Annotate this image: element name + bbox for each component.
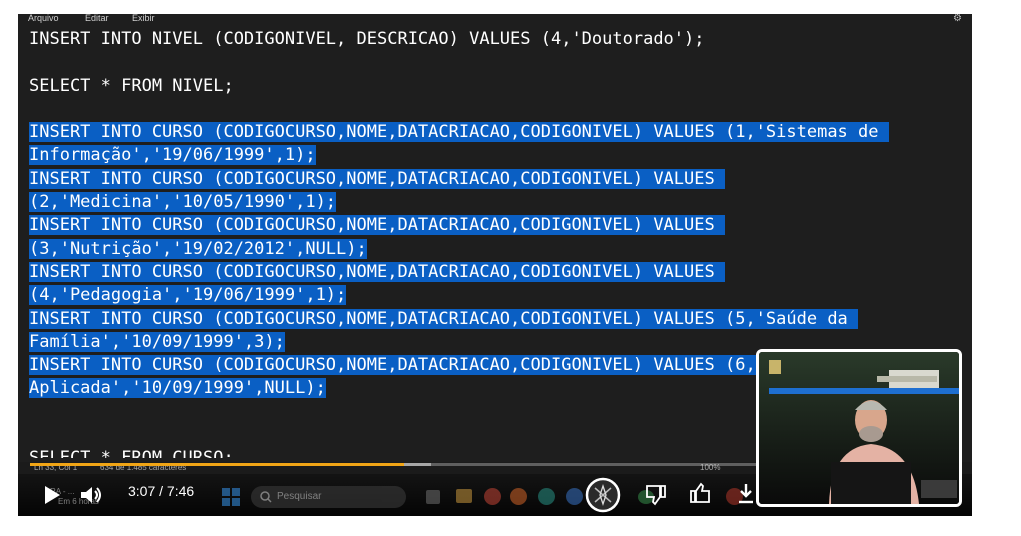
volume-icon[interactable] xyxy=(80,485,104,505)
code-line[interactable]: INSERT INTO CURSO (CODIGOCURSO,NOME,DATA… xyxy=(29,261,959,284)
ai-assist-icon[interactable] xyxy=(585,477,621,513)
search-icon xyxy=(260,491,272,503)
selected-code-text: (3,'Nutrição','19/02/2012',NULL); xyxy=(29,238,367,259)
taskbar-search-placeholder: Pesquisar xyxy=(277,491,322,502)
code-line[interactable] xyxy=(29,98,959,121)
settings-gear-icon: ⚙ xyxy=(953,14,962,24)
selected-code-text: INSERT INTO CURSO (CODIGOCURSO,NOME,DATA… xyxy=(29,122,889,143)
download-icon[interactable] xyxy=(736,482,756,506)
selected-code-text: INSERT INTO CURSO (CODIGOCURSO,NOME,DATA… xyxy=(29,308,859,329)
code-line[interactable] xyxy=(29,51,959,74)
like-icon[interactable] xyxy=(688,481,712,505)
code-line[interactable]: (4,'Pedagogia','19/06/1999',1); xyxy=(29,284,959,307)
code-line[interactable]: INSERT INTO CURSO (CODIGOCURSO,NOME,DATA… xyxy=(29,168,959,191)
selected-code-text: (4,'Pedagogia','19/06/1999',1); xyxy=(29,285,347,306)
selected-code-text: INSERT INTO CURSO (CODIGOCURSO,NOME,DATA… xyxy=(29,215,725,236)
code-line[interactable]: INSERT INTO CURSO (CODIGOCURSO,NOME,DATA… xyxy=(29,308,959,331)
code-line[interactable]: INSERT INTO CURSO (CODIGOCURSO,NOME,DATA… xyxy=(29,214,959,237)
selected-code-text: INSERT INTO CURSO (CODIGOCURSO,NOME,DATA… xyxy=(29,261,725,282)
taskbar-search: Pesquisar xyxy=(251,486,406,508)
menu-exibir: Exibir xyxy=(132,14,155,23)
notepad-menubar: Arquivo Editar Exibir ⚙ xyxy=(18,14,972,26)
progress-played xyxy=(30,463,404,466)
code-line[interactable]: Informação','19/06/1999',1); xyxy=(29,144,959,167)
presenter-video-image xyxy=(759,352,959,504)
code-line[interactable]: INSERT INTO CURSO (CODIGOCURSO,NOME,DATA… xyxy=(29,121,959,144)
taskbar-app-icon xyxy=(566,488,583,505)
time-display: 3:07 / 7:46 xyxy=(128,483,195,499)
dislike-icon[interactable] xyxy=(644,483,668,507)
code-line[interactable]: INSERT INTO NIVEL (CODIGONIVEL, DESCRICA… xyxy=(29,28,959,51)
windows-start-icon xyxy=(222,488,240,506)
file-explorer-icon xyxy=(456,489,472,503)
code-text: INSERT INTO NIVEL (CODIGONIVEL, DESCRICA… xyxy=(29,29,705,49)
code-text: SELECT * FROM CURSO; xyxy=(29,448,234,458)
play-icon[interactable] xyxy=(43,485,61,505)
selected-code-text: Aplicada','10/09/1999',NULL); xyxy=(29,378,326,399)
edge-icon xyxy=(538,488,555,505)
menu-arquivo: Arquivo xyxy=(28,14,59,23)
video-player[interactable]: Arquivo Editar Exibir ⚙ INSERT INTO NIVE… xyxy=(18,14,972,516)
menu-editar: Editar xyxy=(85,14,109,23)
code-line[interactable]: (3,'Nutrição','19/02/2012',NULL); xyxy=(29,238,959,261)
webcam-overlay[interactable] xyxy=(756,349,962,507)
chrome-icon xyxy=(484,488,501,505)
code-line[interactable]: (2,'Medicina','10/05/1990',1); xyxy=(29,191,959,214)
selected-code-text: (2,'Medicina','10/05/1990',1); xyxy=(29,192,337,213)
code-text: SELECT * FROM NIVEL; xyxy=(29,75,234,96)
firefox-icon xyxy=(510,488,527,505)
code-line[interactable]: SELECT * FROM NIVEL; xyxy=(29,75,959,98)
selected-code-text: Informação','19/06/1999',1); xyxy=(29,145,316,166)
selected-code-text: INSERT INTO CURSO (CODIGOCURSO,NOME,DATA… xyxy=(29,168,725,189)
selected-code-text: INSERT INTO CURSO (CODIGOCURSO,NOME,DATA… xyxy=(29,355,879,376)
task-view-icon xyxy=(426,490,440,504)
selected-code-text: Família','10/09/1999',3); xyxy=(29,331,285,352)
